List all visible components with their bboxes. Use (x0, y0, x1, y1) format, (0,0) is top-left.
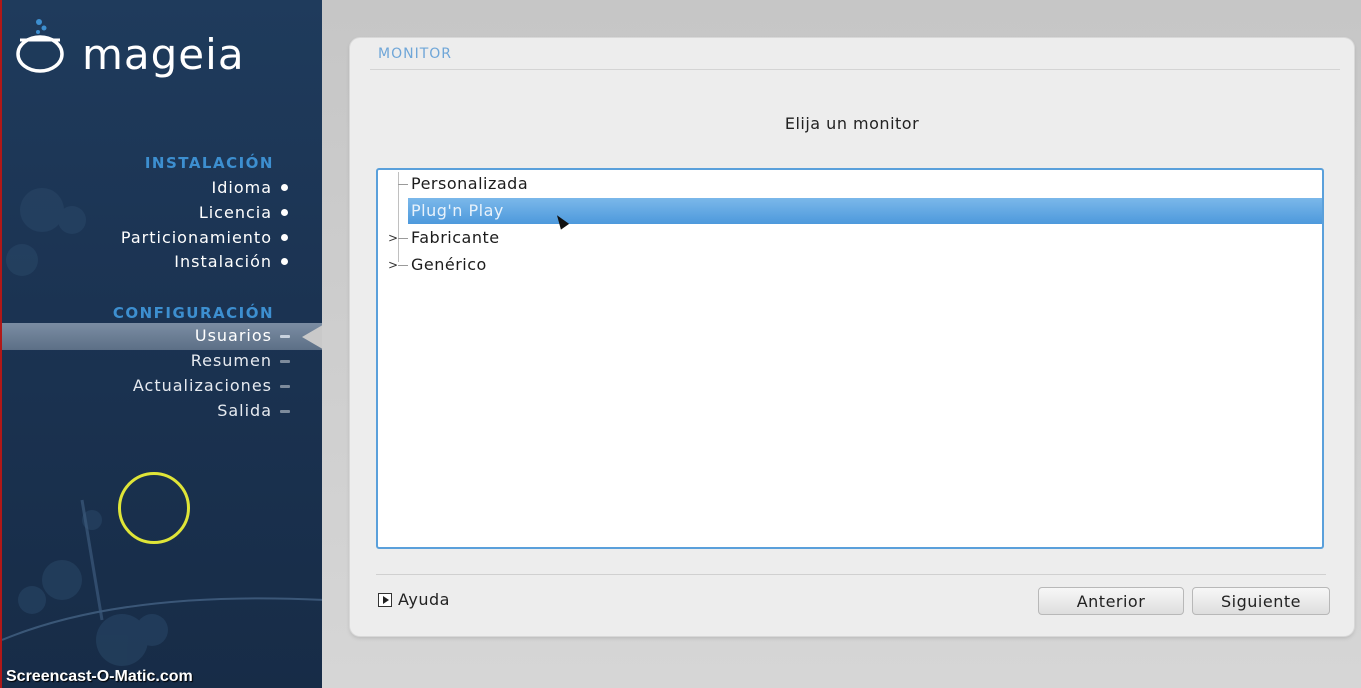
sidebar-item-partitioning: Particionamiento (120, 228, 272, 247)
tree-item-custom[interactable]: Personalizada (378, 171, 1322, 197)
brand-name: mageia (82, 30, 245, 79)
step-pending-dash (280, 360, 290, 363)
sidebar-item-summary: Resumen (190, 351, 272, 370)
section-title-configuration: CONFIGURACIÓN (112, 304, 274, 322)
help-label: Ayuda (398, 590, 450, 609)
sidebar-item-installation: Instalación (174, 252, 272, 271)
recorder-watermark: Screencast-O-Matic.com (6, 668, 193, 685)
help-toggle[interactable]: Ayuda (378, 590, 450, 610)
sidebar-item-users: Usuarios (194, 326, 272, 345)
click-highlight-ring (118, 472, 190, 544)
step-pending-dash (280, 385, 290, 388)
back-button[interactable]: Anterior (1038, 587, 1184, 615)
sidebar-item-license: Licencia (198, 203, 272, 222)
step-done-dot (281, 209, 288, 216)
panel-title: MONITOR (378, 46, 452, 62)
tree-item-label: Plug'n Play (411, 201, 504, 220)
title-divider (370, 69, 1340, 70)
tree-branch-line (398, 184, 408, 185)
expand-arrow-icon[interactable]: > (388, 225, 399, 251)
expand-triangle-icon (378, 593, 392, 607)
tree-item-manufacturer[interactable]: > Fabricante (378, 225, 1322, 251)
tree-branch-line (398, 238, 408, 239)
step-active-dash (280, 335, 290, 338)
step-done-dot (281, 258, 288, 265)
tree-item-plug-n-play[interactable]: Plug'n Play (408, 198, 1322, 224)
step-pending-dash (280, 410, 290, 413)
panel-prompt: Elija un monitor (784, 114, 920, 133)
section-title-installation: INSTALACIÓN (144, 154, 274, 172)
active-step-arrow-icon (302, 323, 322, 351)
mageia-logo: mageia (12, 14, 312, 79)
tree-branch-line (398, 265, 408, 266)
footer-divider (376, 574, 1326, 575)
monitor-tree[interactable]: Personalizada Plug'n Play > Fabricante >… (376, 168, 1324, 549)
tree-item-label: Fabricante (411, 228, 500, 247)
step-done-dot (281, 234, 288, 241)
installer-sidebar: mageia INSTALACIÓN Idioma Licencia Parti… (0, 0, 322, 688)
expand-arrow-icon[interactable]: > (388, 252, 399, 278)
main-area: MONITOR Elija un monitor Personalizada P… (322, 0, 1361, 688)
tree-item-label: Personalizada (411, 174, 529, 193)
tree-item-label: Genérico (411, 255, 487, 274)
next-button[interactable]: Siguiente (1192, 587, 1330, 615)
tree-item-generic[interactable]: > Genérico (378, 252, 1322, 278)
mageia-cauldron-icon (16, 19, 64, 73)
sidebar-item-exit: Salida (217, 401, 272, 420)
active-step-highlight (2, 323, 322, 350)
monitor-panel: MONITOR Elija un monitor Personalizada P… (350, 38, 1354, 636)
step-done-dot (281, 184, 288, 191)
sidebar-item-language: Idioma (211, 178, 272, 197)
sidebar-item-updates: Actualizaciones (132, 376, 272, 395)
